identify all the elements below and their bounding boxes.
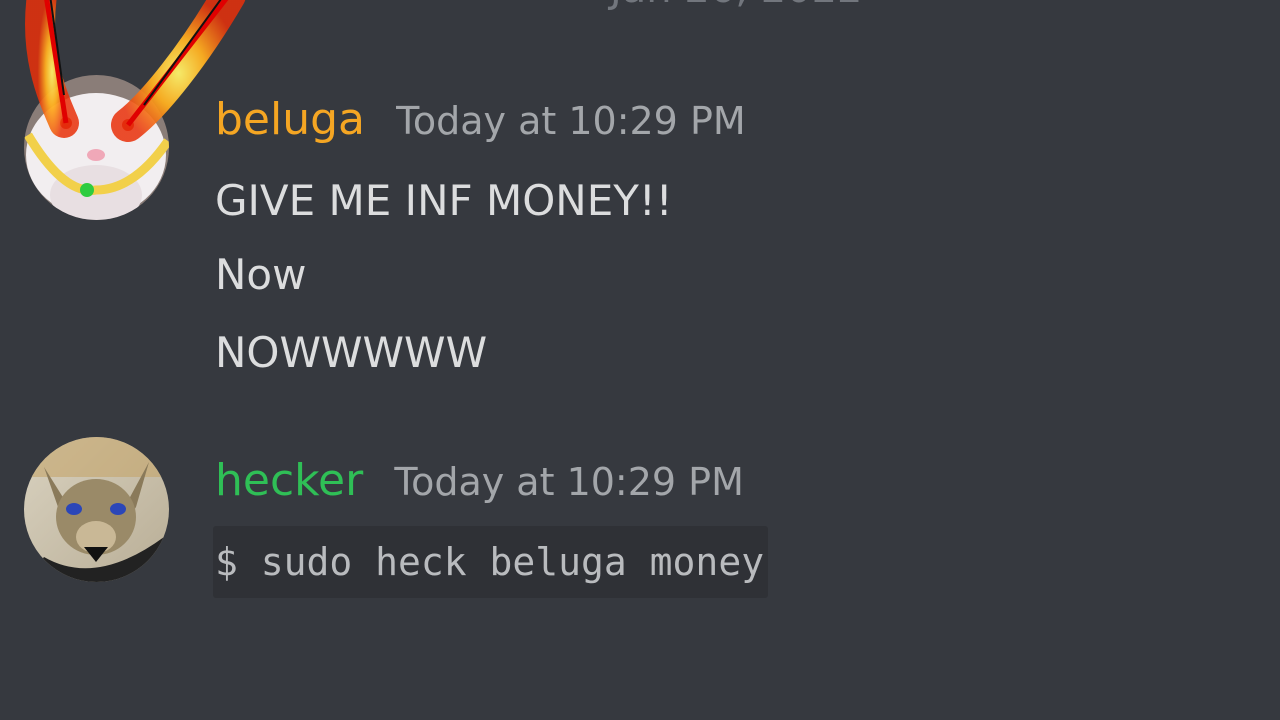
message-line: GIVE ME INF MONEY!!: [215, 176, 673, 225]
beluga-cat-laser-eyes-icon: [24, 0, 246, 220]
hecker-cat-icon: [24, 437, 169, 582]
message-header: hecker Today at 10:29 PM: [215, 455, 744, 506]
chat-view: Jan 26, 2022: [0, 0, 1280, 720]
date-divider: Jan 26, 2022: [610, 0, 863, 12]
username[interactable]: hecker: [215, 455, 363, 506]
inline-code: $ sudo heck beluga money: [213, 526, 769, 598]
message-line: Now: [215, 250, 307, 299]
message-line: NOWWWWW: [215, 328, 488, 377]
message-header: beluga Today at 10:29 PM: [215, 94, 746, 145]
username[interactable]: beluga: [215, 94, 365, 145]
timestamp[interactable]: Today at 10:29 PM: [396, 99, 746, 143]
beluga-avatar[interactable]: [24, 0, 246, 220]
hecker-avatar[interactable]: [24, 437, 169, 582]
timestamp[interactable]: Today at 10:29 PM: [394, 460, 744, 504]
